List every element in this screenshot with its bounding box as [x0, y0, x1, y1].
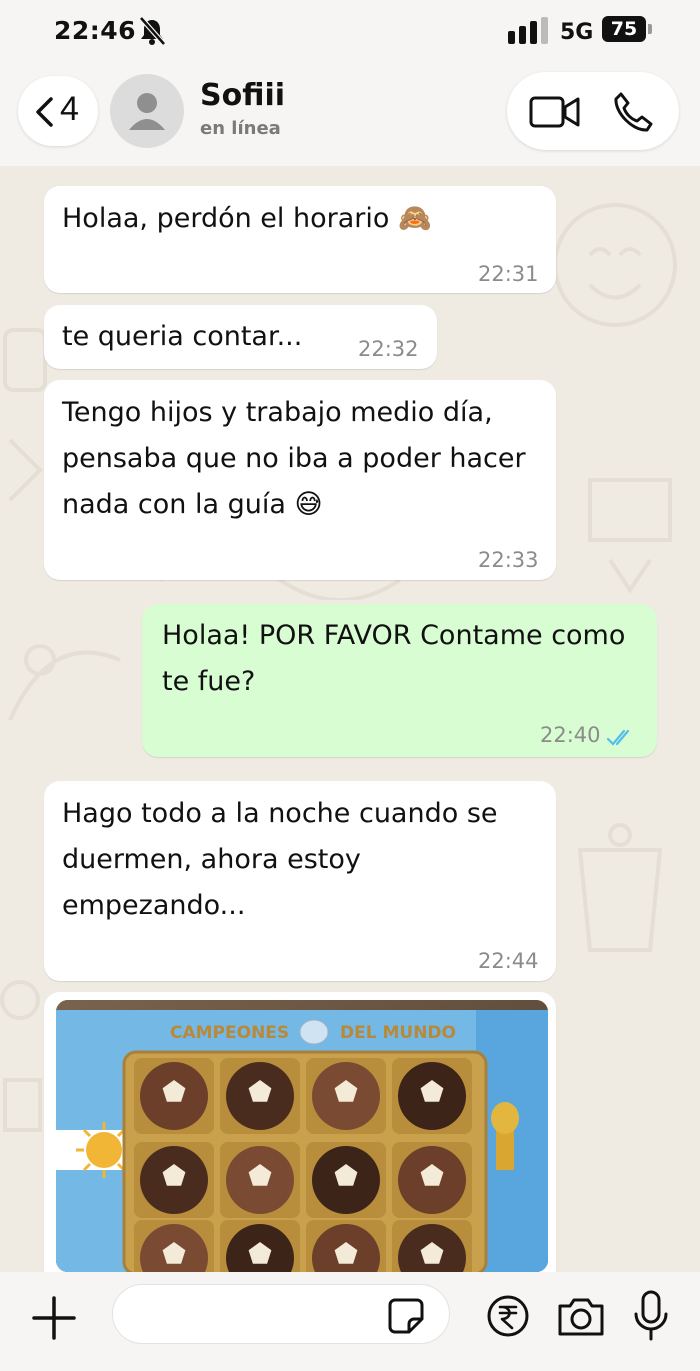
- message-time: 22:31: [478, 262, 539, 286]
- message-text-line: empezando...: [62, 890, 246, 921]
- microphone-icon[interactable]: [632, 1290, 670, 1342]
- message-time: 22:33: [478, 548, 539, 572]
- sticker-icon[interactable]: [387, 1297, 425, 1335]
- video-call-icon[interactable]: [529, 94, 581, 130]
- battery-level: 75: [610, 18, 638, 40]
- read-ticks-icon: [606, 729, 630, 746]
- call-actions: [507, 72, 679, 150]
- message-input[interactable]: [112, 1284, 450, 1344]
- battery-nub: [648, 24, 652, 34]
- message-text-line: nada con la guía 😅: [62, 489, 323, 520]
- message-text-line: Hago todo a la noche cuando se: [62, 798, 498, 829]
- phone-call-icon[interactable]: [611, 90, 655, 134]
- composer-bar: [0, 1272, 700, 1371]
- message-text: te queria contar...: [62, 321, 303, 352]
- message-text-line: Holaa! POR FAVOR Contame como: [162, 620, 626, 651]
- message-time: 22:40: [540, 723, 601, 747]
- message-time: 22:32: [358, 337, 419, 361]
- back-button[interactable]: 4: [18, 76, 98, 146]
- message-time: 22:44: [478, 949, 539, 973]
- message-text-line: te fue?: [162, 666, 256, 697]
- message-text-line: pensaba que no iba a poder hacer: [62, 443, 526, 474]
- message-bubble[interactable]: Tengo hijos y trabajo medio día, pensaba…: [44, 380, 556, 580]
- contact-name[interactable]: Sofiii: [200, 78, 285, 113]
- chat-header: 4 Sofiii en línea: [0, 66, 700, 166]
- camera-icon[interactable]: [556, 1294, 606, 1338]
- chocolate-box-image: CAMPEONES DEL MUNDO: [56, 1000, 548, 1272]
- chat-photo[interactable]: CAMPEONES DEL MUNDO: [56, 1000, 548, 1272]
- contact-status: en línea: [200, 118, 281, 139]
- message-bubble[interactable]: Holaa, perdón el horario 🙈 22:31: [44, 186, 556, 293]
- bell-muted-icon: [139, 16, 166, 46]
- chevron-left-icon: [36, 97, 53, 127]
- message-text-line: duermen, ahora estoy: [62, 844, 361, 875]
- unread-count: 4: [60, 90, 79, 128]
- box-title-left: CAMPEONES: [170, 1023, 289, 1043]
- battery-icon: 75: [602, 16, 646, 42]
- person-icon: [129, 93, 165, 130]
- signal-icon: [508, 17, 548, 44]
- status-bar: 22:46 5G 75: [0, 0, 700, 66]
- payment-rupee-icon[interactable]: [486, 1294, 530, 1338]
- message-bubble-outgoing[interactable]: Holaa! POR FAVOR Contame como te fue? 22…: [142, 604, 657, 757]
- message-bubble[interactable]: Hago todo a la noche cuando se duermen, …: [44, 781, 556, 981]
- message-text-line: Tengo hijos y trabajo medio día,: [62, 397, 493, 428]
- avatar[interactable]: [110, 74, 184, 148]
- box-title-right: DEL MUNDO: [340, 1023, 456, 1043]
- plus-icon[interactable]: [30, 1294, 78, 1342]
- network-type: 5G: [560, 20, 594, 45]
- status-time: 22:46: [54, 16, 137, 45]
- message-bubble[interactable]: te queria contar... 22:32: [44, 305, 437, 369]
- message-text: Holaa, perdón el horario 🙈: [62, 203, 432, 234]
